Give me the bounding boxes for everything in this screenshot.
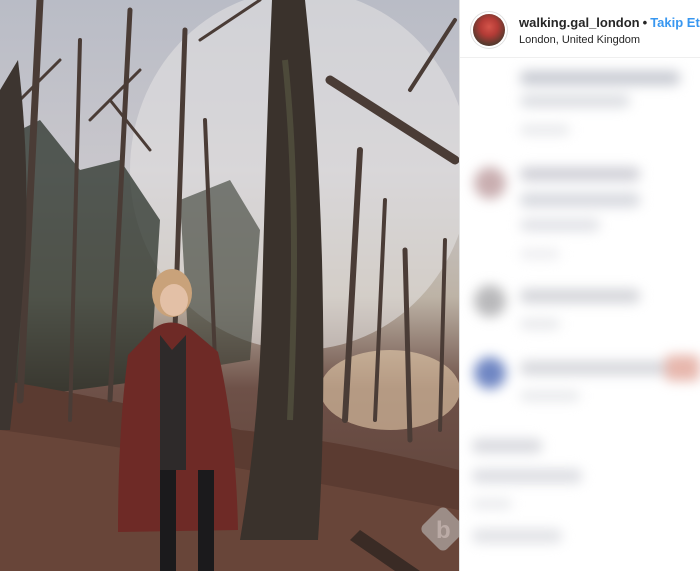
location-link[interactable]: London, United Kingdom [519,33,640,47]
blurred-comment [460,159,700,279]
instagram-post: b walking.gal_london • Takip Et London, Un… [0,0,700,571]
comments-list[interactable] [460,59,700,571]
forest-scene: b [0,0,459,571]
username-link[interactable]: walking.gal_london [519,15,640,30]
avatar[interactable] [473,14,505,46]
svg-text:b: b [436,517,451,544]
post-photo[interactable]: b [0,0,459,571]
header-user-line: walking.gal_london • Takip Et [519,15,700,31]
post-header: walking.gal_london • Takip Et London, Unit… [460,0,700,58]
blurred-comment [460,59,700,159]
follow-button[interactable]: Takip Et [650,15,700,30]
blurred-comment [460,429,700,569]
blurred-comment [460,349,700,419]
post-sidebar: walking.gal_london • Takip Et London, Unit… [460,0,700,571]
separator-dot: • [642,15,648,30]
blurred-comment [460,279,700,349]
